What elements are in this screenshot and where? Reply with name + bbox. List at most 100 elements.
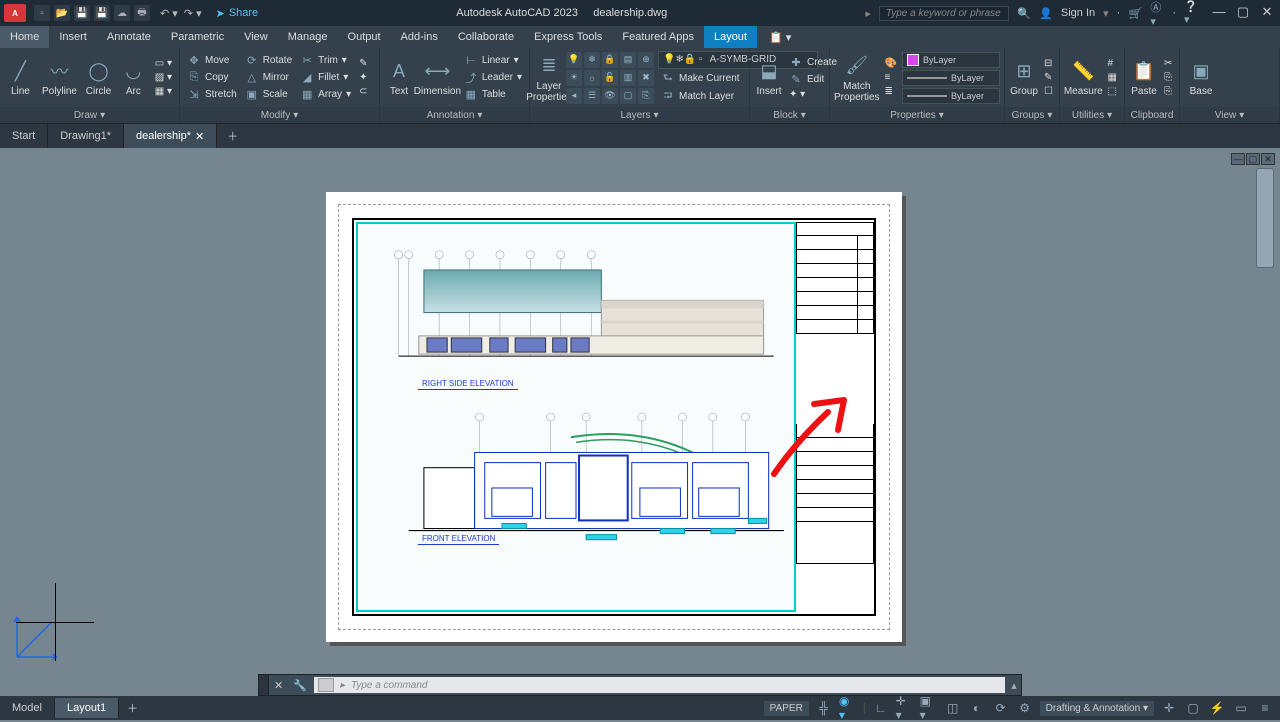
- lineweight-dropdown[interactable]: ByLayer: [902, 88, 1000, 104]
- panel-draw-title[interactable]: Draw ▾: [0, 107, 179, 123]
- layer-props-button[interactable]: ≣Layer Properties: [534, 51, 564, 105]
- filetab-drawing1[interactable]: Drawing1*: [48, 124, 124, 148]
- layer-lock-icon[interactable]: 🔒: [602, 52, 618, 68]
- panel-view-title[interactable]: View ▾: [1180, 107, 1279, 123]
- layer-off-icon[interactable]: 💡: [566, 52, 582, 68]
- qat-open-icon[interactable]: 📂: [54, 5, 70, 21]
- command-line[interactable]: ✕ 🔧 ▸ Type a command ▴: [258, 674, 1022, 696]
- cut-icon[interactable]: ✂: [1161, 57, 1175, 70]
- arc-button[interactable]: ◡Arc: [117, 56, 150, 99]
- snap-toggle-icon[interactable]: ◉ ▾: [839, 699, 857, 717]
- measure-button[interactable]: 📏Measure: [1064, 56, 1103, 99]
- tab-view[interactable]: View: [234, 26, 278, 48]
- layer-copy-icon[interactable]: ⎘: [638, 88, 654, 104]
- group-sel-icon[interactable]: ☐: [1041, 85, 1056, 98]
- panel-layers-title[interactable]: Layers ▾: [530, 107, 749, 123]
- cmdline-history-icon[interactable]: ▴: [1007, 679, 1021, 692]
- paste-button[interactable]: 📋Paste: [1129, 56, 1159, 99]
- group-edit-icon[interactable]: ✎: [1041, 71, 1056, 84]
- tab-manage[interactable]: Manage: [278, 26, 338, 48]
- group-button[interactable]: ⊞Group: [1009, 56, 1039, 99]
- cmdline-grip-icon[interactable]: [259, 675, 269, 695]
- insert-button[interactable]: ⬓Insert: [754, 56, 784, 99]
- panel-groups-title[interactable]: Groups ▾: [1005, 107, 1059, 123]
- qat-web-icon[interactable]: ☁: [114, 5, 130, 21]
- doc-maximize-icon[interactable]: ▢: [1246, 153, 1260, 165]
- layer-uniso-icon[interactable]: ▥: [620, 70, 636, 86]
- filetab-dealership[interactable]: dealership*✕: [124, 124, 217, 148]
- workspace-dropdown[interactable]: Drafting & Annotation ▾: [1040, 701, 1154, 716]
- line-button[interactable]: ╱Line: [4, 56, 37, 99]
- count-icon[interactable]: #: [1105, 57, 1120, 70]
- trim-button[interactable]: ✂Trim ▾: [297, 53, 354, 69]
- maximize-icon[interactable]: ▢: [1236, 6, 1250, 20]
- tab-featured[interactable]: Featured Apps: [612, 26, 704, 48]
- layer-iso-icon[interactable]: ▤: [620, 52, 636, 68]
- command-input[interactable]: ▸ Type a command: [314, 677, 1005, 693]
- signin-button[interactable]: Sign In: [1061, 7, 1095, 19]
- share-button[interactable]: ➤ Share: [216, 7, 259, 20]
- panel-util-title[interactable]: Utilities ▾: [1060, 107, 1124, 123]
- cmdline-close-icon[interactable]: ✕: [269, 679, 288, 692]
- layout-add-icon[interactable]: ＋: [119, 696, 146, 720]
- panel-props-title[interactable]: Properties ▾: [830, 107, 1004, 123]
- navigation-bar[interactable]: [1256, 168, 1274, 268]
- cleanscreen-icon[interactable]: ▭: [1232, 699, 1250, 717]
- doc-close-icon[interactable]: ✕: [1261, 153, 1275, 165]
- qat-save-icon[interactable]: 💾: [74, 5, 90, 21]
- text-button[interactable]: AText: [384, 56, 414, 99]
- undo-icon[interactable]: ↶ ▾: [160, 7, 178, 20]
- fullscreen-icon[interactable]: ✛: [1160, 699, 1178, 717]
- search-icon[interactable]: 🔍: [1017, 6, 1031, 20]
- close-icon[interactable]: ✕: [1260, 6, 1274, 20]
- minimize-icon[interactable]: —: [1212, 6, 1226, 20]
- layer-on-icon[interactable]: ☀: [566, 70, 582, 86]
- layer-thaw-icon[interactable]: ☼: [584, 70, 600, 86]
- qat-plot-icon[interactable]: 🖶: [134, 5, 150, 21]
- fillet-button[interactable]: ◢Fillet ▾: [297, 70, 354, 86]
- color-wheel-icon[interactable]: 🎨: [882, 57, 900, 70]
- layer-merge-icon[interactable]: ⊕: [638, 52, 654, 68]
- clip-copybase-icon[interactable]: ⎘: [1161, 85, 1175, 98]
- move-button[interactable]: ✥Move: [184, 53, 240, 69]
- linetype-icon[interactable]: ≡: [882, 71, 900, 84]
- polar-icon[interactable]: ✛ ▾: [896, 699, 914, 717]
- filetab-close-icon[interactable]: ✕: [195, 130, 204, 143]
- space-toggle[interactable]: PAPER: [764, 701, 809, 716]
- tab-express[interactable]: Express Tools: [524, 26, 612, 48]
- circle-button[interactable]: ◯Circle: [82, 56, 115, 99]
- layer-walk-icon[interactable]: 👁: [602, 88, 618, 104]
- grid-toggle-icon[interactable]: ╬: [815, 699, 833, 717]
- tab-layout[interactable]: Layout: [704, 26, 757, 48]
- tab-collaborate[interactable]: Collaborate: [448, 26, 524, 48]
- layout1-tab[interactable]: Layout1: [55, 698, 119, 718]
- filetab-start[interactable]: Start: [0, 124, 48, 148]
- hardware-icon[interactable]: ⚡: [1208, 699, 1226, 717]
- table-button[interactable]: ▦Table: [461, 87, 525, 103]
- select-icon[interactable]: ⬚: [1105, 85, 1120, 98]
- match-props-button[interactable]: 🖌Match Properties: [834, 51, 880, 105]
- help-icon[interactable]: ❔ ▾: [1184, 6, 1198, 20]
- scale-button[interactable]: ▣Scale: [242, 87, 295, 103]
- panel-annot-title[interactable]: Annotation ▾: [380, 107, 529, 123]
- layer-cvp-icon[interactable]: ▢: [620, 88, 636, 104]
- color-dropdown[interactable]: ByLayer: [902, 52, 1000, 68]
- qat-saveas-icon[interactable]: 💾: [94, 5, 110, 21]
- cart-icon[interactable]: 🛒: [1128, 6, 1142, 20]
- lineweight-icon[interactable]: ≣: [882, 85, 900, 98]
- panel-block-title[interactable]: Block ▾: [750, 107, 829, 123]
- leader-button[interactable]: ⤴Leader ▾: [461, 70, 525, 86]
- model-tab[interactable]: Model: [0, 698, 55, 718]
- linetype-dropdown[interactable]: ByLayer: [902, 70, 1000, 86]
- filetab-add-icon[interactable]: ＋: [217, 124, 248, 148]
- layer-freeze-icon[interactable]: ❄: [584, 52, 600, 68]
- stretch-button[interactable]: ⇲Stretch: [184, 87, 240, 103]
- qat-new-icon[interactable]: ▫: [34, 5, 50, 21]
- ungroup-icon[interactable]: ⊟: [1041, 57, 1056, 70]
- explode-icon[interactable]: ✦: [356, 71, 370, 84]
- tab-output[interactable]: Output: [338, 26, 391, 48]
- app-icon[interactable]: A: [4, 4, 26, 22]
- tab-home[interactable]: Home: [0, 26, 49, 48]
- layer-del-icon[interactable]: ✖: [638, 70, 654, 86]
- layer-unlock-icon[interactable]: 🔓: [602, 70, 618, 86]
